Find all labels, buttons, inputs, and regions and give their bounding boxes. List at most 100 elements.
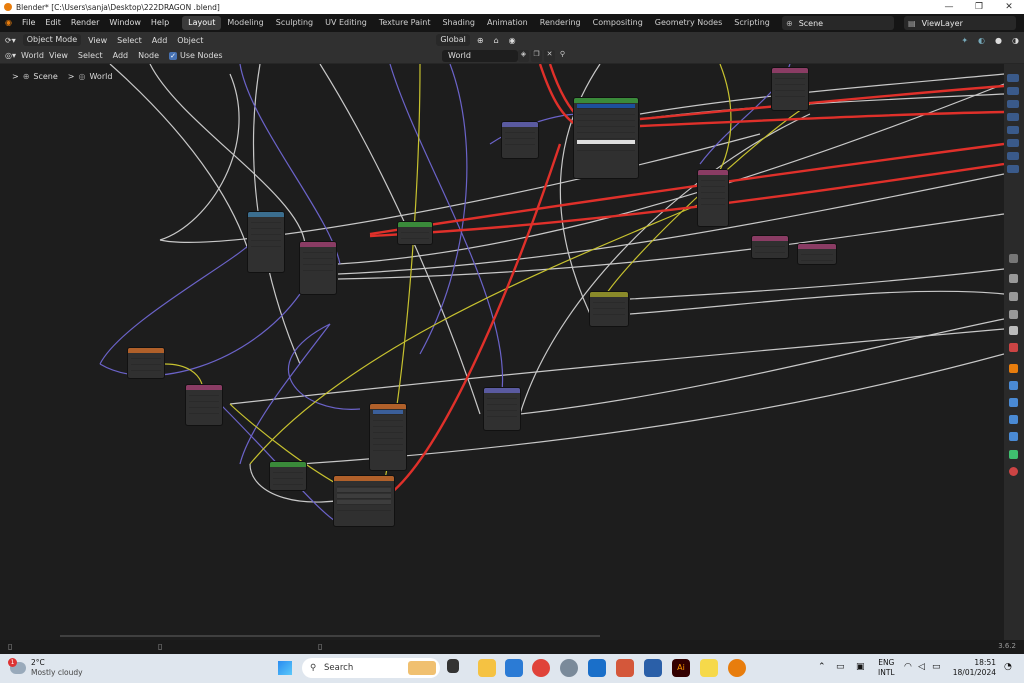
camera-icon[interactable] <box>1007 139 1019 147</box>
menu-select[interactable]: Select <box>112 36 147 45</box>
workspace-tab-layout[interactable]: Layout <box>182 16 222 30</box>
snap-icon[interactable]: ⌂ <box>489 36 504 45</box>
tangent-node[interactable] <box>798 244 836 264</box>
menu-file[interactable]: File <box>17 14 40 32</box>
outlook-icon[interactable] <box>588 659 606 677</box>
tray-chevron-icon[interactable]: ⌃ <box>818 662 826 672</box>
wifi-icon[interactable]: ◠ <box>904 662 912 672</box>
camera-icon[interactable] <box>1007 74 1019 82</box>
camera-icon[interactable] <box>1007 113 1019 121</box>
scene-icon[interactable] <box>1009 326 1018 335</box>
workspace-tab-rendering[interactable]: Rendering <box>534 16 587 30</box>
mapping-node[interactable] <box>484 388 520 430</box>
overlay-icon[interactable]: ◐ <box>973 36 990 45</box>
object-info-node[interactable] <box>186 385 222 425</box>
shading-solid-icon[interactable]: ● <box>990 36 1007 45</box>
light-path-node[interactable] <box>590 292 628 326</box>
physics-icon[interactable] <box>1009 415 1018 424</box>
maximize-button[interactable]: ❐ <box>964 0 994 14</box>
point-density-node[interactable] <box>370 404 406 470</box>
menu-object[interactable]: Object <box>172 36 208 45</box>
tray-keyboard-icon[interactable]: ▭ <box>836 662 845 672</box>
editor-type-icon[interactable]: ⟳▾ <box>0 36 21 45</box>
volume-icon[interactable]: ◁ <box>918 662 925 672</box>
pivot-icon[interactable]: ⊕ <box>472 36 489 45</box>
workspace-tab-uv-editing[interactable]: UV Editing <box>319 16 373 30</box>
tray-display-icon[interactable]: ▣ <box>856 662 865 672</box>
close-button[interactable]: ✕ <box>994 0 1024 14</box>
workspace-tab-modeling[interactable]: Modeling <box>221 16 269 30</box>
duplicate-icon[interactable]: ❐ <box>531 50 542 62</box>
camera-icon[interactable] <box>1007 165 1019 173</box>
workspace-tab-geometry-nodes[interactable]: Geometry Nodes <box>649 16 728 30</box>
vector-displacement-node[interactable] <box>502 122 538 158</box>
white-noise-texture-node[interactable] <box>128 348 164 378</box>
view-layer-icon[interactable] <box>1009 310 1018 319</box>
attribute-node[interactable] <box>772 68 808 110</box>
workspace-tab-scripting[interactable]: Scripting <box>728 16 776 30</box>
constraints-icon[interactable] <box>1009 432 1018 441</box>
task-view-icon[interactable] <box>447 659 459 673</box>
view-layer-selector[interactable]: ▤ ViewLayer <box>904 16 1016 30</box>
taskbar-search[interactable]: ⚲ Search <box>302 658 440 678</box>
shading-material-icon[interactable]: ◑ <box>1007 36 1024 45</box>
emission-node[interactable] <box>398 222 432 244</box>
pin-icon[interactable]: ⚲ <box>557 50 568 62</box>
workspace-tab-animation[interactable]: Animation <box>481 16 534 30</box>
render-icon[interactable] <box>1009 274 1018 283</box>
menu-add[interactable]: Add <box>147 36 173 45</box>
start-icon[interactable] <box>278 661 292 675</box>
camera-icon[interactable] <box>1007 152 1019 160</box>
volume-info-node[interactable] <box>270 462 306 490</box>
object-icon[interactable] <box>1009 364 1018 373</box>
material-icon[interactable] <box>1009 467 1018 476</box>
unlink-icon[interactable]: ✕ <box>544 50 555 62</box>
map-range-node[interactable] <box>248 212 284 272</box>
output-icon[interactable] <box>1009 292 1018 301</box>
modifier-icon[interactable] <box>1009 381 1018 390</box>
menu-view[interactable]: View <box>83 36 112 45</box>
breadcrumb-world[interactable]: World <box>89 72 112 81</box>
illustrator-icon[interactable]: Ai <box>672 659 690 677</box>
battery-icon[interactable]: ▭ <box>932 662 941 672</box>
world-datablock-field[interactable]: World <box>442 50 518 62</box>
workspace-tab-sculpting[interactable]: Sculpting <box>270 16 319 30</box>
workspace-tab-shading[interactable]: Shading <box>436 16 481 30</box>
sticky-notes-icon[interactable] <box>700 659 718 677</box>
node-editor-type-icon[interactable]: ◎▾ <box>0 51 21 60</box>
blender-icon[interactable] <box>728 659 746 677</box>
node-menu-add[interactable]: Add <box>108 51 134 60</box>
photos-icon[interactable] <box>644 659 662 677</box>
camera-icon[interactable] <box>1007 126 1019 134</box>
minimize-button[interactable]: — <box>934 0 964 14</box>
node-menu-view[interactable]: View <box>44 51 73 60</box>
node-editor-canvas[interactable] <box>0 64 1004 640</box>
language-indicator[interactable]: ENG INTL <box>878 658 895 678</box>
gizmo-icon[interactable]: ✦ <box>956 36 973 45</box>
object-mode-dropdown[interactable]: Object Mode <box>22 34 82 46</box>
workspace-tab-texture-paint[interactable]: Texture Paint <box>373 16 437 30</box>
node-menu-select[interactable]: Select <box>73 51 108 60</box>
tool-icon[interactable] <box>1009 254 1018 263</box>
particles-icon[interactable] <box>1009 398 1018 407</box>
noise-texture-node[interactable] <box>300 242 336 294</box>
file-explorer-icon[interactable] <box>478 659 496 677</box>
camera-icon[interactable] <box>1007 87 1019 95</box>
principled-volume-node[interactable] <box>574 98 638 178</box>
scene-selector[interactable]: ⊕ Scene <box>782 16 894 30</box>
chrome-icon[interactable] <box>532 659 550 677</box>
proportional-icon[interactable]: ◉ <box>504 36 521 45</box>
transform-orientation-dropdown[interactable]: Global <box>436 34 470 46</box>
settings-gear-icon[interactable] <box>560 659 578 677</box>
shield-icon[interactable]: ◈ <box>518 50 529 62</box>
node-menu-node[interactable]: Node <box>133 51 164 60</box>
menu-help[interactable]: Help <box>146 14 174 32</box>
menu-render[interactable]: Render <box>66 14 104 32</box>
menu-window[interactable]: Window <box>104 14 146 32</box>
wireframe-node[interactable] <box>752 236 788 258</box>
app-icon[interactable] <box>616 659 634 677</box>
world-shader-type-dropdown[interactable]: World <box>21 51 44 60</box>
image-texture-node[interactable] <box>334 476 394 526</box>
weather-widget[interactable]: 1 2°C Mostly cloudy <box>8 658 83 678</box>
data-icon[interactable] <box>1009 450 1018 459</box>
